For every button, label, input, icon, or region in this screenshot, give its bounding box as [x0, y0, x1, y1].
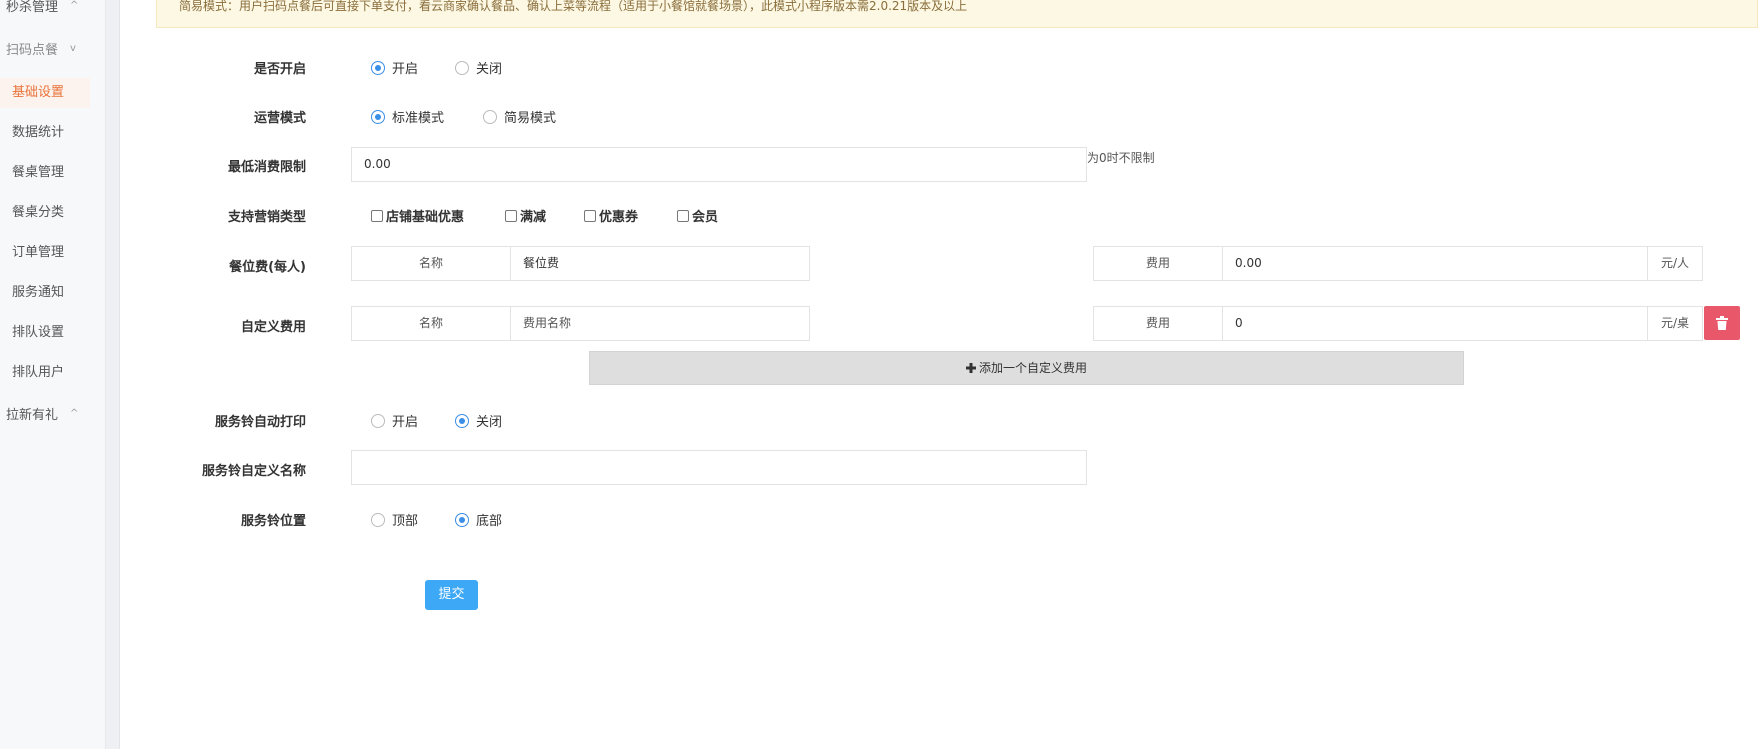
radio-label: 顶部	[392, 514, 419, 529]
radio-checked-icon	[455, 413, 469, 428]
checkbox-icon	[505, 209, 517, 222]
custom-fee-amount-addon: 费用	[1093, 306, 1223, 341]
sidebar-item-basic-settings[interactable]: 基础设置	[0, 78, 90, 108]
radio-unchecked-icon	[371, 413, 385, 428]
radio-label: 关闭	[476, 415, 503, 430]
bell-print-on-radio[interactable]: 开启	[371, 411, 418, 430]
plus-icon	[965, 363, 976, 373]
chevron-up-icon: ^	[70, 0, 79, 11]
sidebar-group-label: 拉新有礼	[6, 408, 59, 423]
sidebar-item-statistics[interactable]: 数据统计	[0, 118, 90, 148]
seat-fee-amount-input[interactable]: 0.00	[1222, 246, 1648, 281]
radio-checked-icon	[371, 60, 385, 75]
radio-unchecked-icon	[455, 60, 469, 75]
radio-checked-icon	[455, 512, 469, 527]
radio-label: 开启	[392, 62, 419, 77]
enable-label: 是否开启	[253, 62, 306, 77]
bell-position-top-radio[interactable]: 顶部	[371, 510, 418, 529]
sidebar-item-queue-users[interactable]: 排队用户	[0, 358, 90, 388]
marketing-label: 支持营销类型	[227, 210, 306, 225]
mode-simple-radio[interactable]: 简易模式	[483, 107, 556, 126]
chevron-up-icon: ^	[70, 408, 79, 419]
radio-label: 底部	[476, 514, 503, 529]
mode-label: 运营模式	[253, 111, 306, 126]
min-consume-label: 最低消费限制	[227, 160, 306, 175]
seat-fee-amount-addon: 费用	[1093, 246, 1223, 281]
radio-label: 标准模式	[392, 111, 445, 126]
sidebar-group-label: 扫码点餐	[6, 43, 59, 58]
chevron-down-icon: v	[70, 43, 76, 54]
min-consume-input[interactable]: 0.00	[351, 147, 1087, 182]
custom-fee-unit-addon: 元/桌	[1647, 306, 1703, 341]
sidebar-group-seckill[interactable]: 秒杀管理 ^	[6, 0, 78, 15]
custom-fee-name-addon: 名称	[351, 306, 511, 341]
radio-label: 简易模式	[504, 111, 557, 126]
checkbox-label: 会员	[692, 210, 719, 225]
radio-unchecked-icon	[371, 512, 385, 527]
sidebar-item-tables[interactable]: 餐桌管理	[0, 158, 90, 188]
checkbox-label: 满减	[520, 210, 547, 225]
checkbox-label: 店铺基础优惠	[386, 210, 465, 225]
checkbox-icon	[584, 209, 596, 222]
mode-notice: 简易模式：用户扫码点餐后可直接下单支付，看云商家确认餐品、确认上菜等流程（适用于…	[156, 0, 1758, 28]
submit-button[interactable]: 提交	[425, 580, 478, 610]
enable-off-radio[interactable]: 关闭	[455, 58, 502, 77]
bell-print-off-radio[interactable]: 关闭	[455, 411, 502, 430]
checkbox-icon	[371, 209, 383, 222]
sidebar-item-table-categories[interactable]: 餐桌分类	[0, 198, 90, 228]
trash-icon	[1716, 316, 1728, 330]
bell-name-label: 服务铃自定义名称	[201, 464, 306, 479]
seat-fee-label: 餐位费(每人)	[229, 260, 306, 275]
marketing-basic-checkbox[interactable]: 店铺基础优惠	[371, 206, 464, 225]
seat-fee-name-input[interactable]: 餐位费	[510, 246, 810, 281]
seat-fee-unit-addon: 元/人	[1647, 246, 1703, 281]
add-custom-fee-button[interactable]: 添加一个自定义费用	[589, 351, 1464, 385]
marketing-member-checkbox[interactable]: 会员	[677, 206, 718, 225]
sidebar-item-orders[interactable]: 订单管理	[0, 238, 90, 268]
bell-print-label: 服务铃自动打印	[214, 415, 306, 430]
custom-fee-amount-input[interactable]: 0	[1222, 306, 1648, 341]
sidebar-item-queue-settings[interactable]: 排队设置	[0, 318, 90, 348]
radio-label: 开启	[392, 415, 419, 430]
sidebar-item-service-notify[interactable]: 服务通知	[0, 278, 90, 308]
sidebar-divider	[106, 0, 120, 749]
checkbox-label: 优惠券	[599, 210, 639, 225]
radio-checked-icon	[371, 109, 385, 124]
checkbox-icon	[677, 209, 689, 222]
marketing-coupon-checkbox[interactable]: 优惠券	[584, 206, 638, 225]
add-custom-fee-label: 添加一个自定义费用	[978, 361, 1087, 375]
min-consume-hint: 为0时不限制	[1087, 151, 1155, 165]
sidebar: 秒杀管理 ^ 扫码点餐 v 基础设置 数据统计 餐桌管理 餐桌分类 订单管理 服…	[0, 0, 106, 749]
sidebar-group-referral[interactable]: 拉新有礼 ^	[6, 404, 78, 423]
radio-label: 关闭	[476, 62, 503, 77]
mode-standard-radio[interactable]: 标准模式	[371, 107, 444, 126]
seat-fee-name-addon: 名称	[351, 246, 511, 281]
sidebar-group-scan-order[interactable]: 扫码点餐 v	[6, 39, 76, 58]
radio-unchecked-icon	[483, 109, 497, 124]
sidebar-group-label: 秒杀管理	[6, 0, 59, 15]
bell-position-label: 服务铃位置	[240, 514, 306, 529]
custom-fee-label: 自定义费用	[240, 320, 306, 335]
marketing-full-reduction-checkbox[interactable]: 满减	[505, 206, 546, 225]
enable-on-radio[interactable]: 开启	[371, 58, 418, 77]
custom-fee-name-input[interactable]: 费用名称	[510, 306, 810, 341]
delete-custom-fee-button[interactable]	[1704, 306, 1740, 340]
bell-name-input[interactable]	[351, 450, 1087, 485]
bell-position-bottom-radio[interactable]: 底部	[455, 510, 502, 529]
